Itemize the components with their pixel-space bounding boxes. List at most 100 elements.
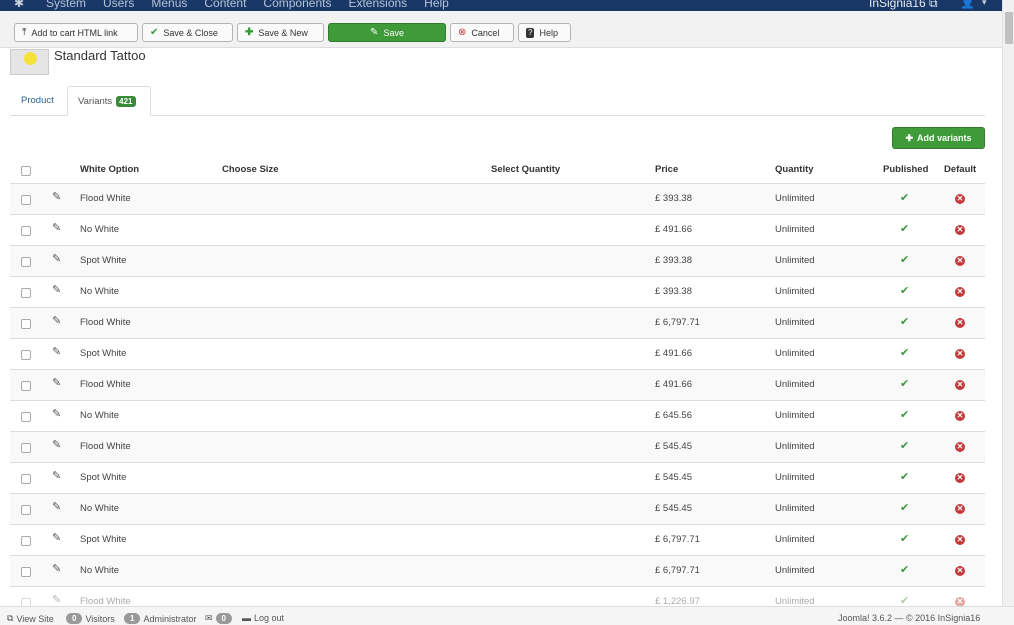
save-button[interactable]: ✎ Save bbox=[328, 23, 446, 42]
row-checkbox[interactable] bbox=[21, 567, 31, 577]
menu-users[interactable]: Users bbox=[103, 0, 134, 10]
default-x-icon[interactable]: ✕ bbox=[955, 287, 965, 297]
messages-indicator[interactable]: ✉ 0 bbox=[205, 613, 232, 624]
edit-pencil-icon[interactable]: ✎ bbox=[52, 283, 61, 296]
edit-pencil-icon[interactable]: ✎ bbox=[52, 531, 61, 544]
col-default[interactable]: Default bbox=[944, 164, 976, 175]
published-check-icon[interactable]: ✔ bbox=[900, 501, 909, 514]
add-variants-button[interactable]: ✚ Add variants bbox=[892, 127, 985, 149]
user-icon[interactable]: 👤 bbox=[960, 0, 975, 9]
scrollbar-thumb[interactable] bbox=[1005, 12, 1013, 44]
menu-system[interactable]: System bbox=[46, 0, 86, 10]
tab-product[interactable]: Product bbox=[21, 86, 54, 114]
save-new-label: Save & New bbox=[258, 27, 308, 38]
cancel-button[interactable]: ⊗ Cancel bbox=[450, 23, 514, 42]
table-row: ✎ Flood White £ 545.45 Unlimited ✔ ✕ bbox=[10, 432, 985, 463]
default-x-icon[interactable]: ✕ bbox=[955, 380, 965, 390]
row-checkbox[interactable] bbox=[21, 195, 31, 205]
edit-pencil-icon[interactable]: ✎ bbox=[52, 500, 61, 513]
messages-count-badge: 0 bbox=[215, 613, 232, 624]
default-x-icon[interactable]: ✕ bbox=[955, 442, 965, 452]
variants-count-badge: 421 bbox=[116, 95, 136, 107]
published-check-icon[interactable]: ✔ bbox=[900, 253, 909, 266]
edit-pencil-icon[interactable]: ✎ bbox=[52, 407, 61, 420]
row-checkbox[interactable] bbox=[21, 505, 31, 515]
edit-pencil-icon[interactable]: ✎ bbox=[52, 469, 61, 482]
site-name-link[interactable]: InSignia16 ⧉ bbox=[869, 0, 938, 10]
joomla-logo-icon[interactable]: ✱ bbox=[14, 0, 24, 10]
row-checkbox[interactable] bbox=[21, 319, 31, 329]
published-check-icon[interactable]: ✔ bbox=[900, 377, 909, 390]
col-price[interactable]: Price bbox=[655, 164, 678, 175]
default-x-icon[interactable]: ✕ bbox=[955, 256, 965, 266]
default-x-icon[interactable]: ✕ bbox=[955, 349, 965, 359]
published-check-icon[interactable]: ✔ bbox=[900, 284, 909, 297]
row-checkbox[interactable] bbox=[21, 381, 31, 391]
menu-content[interactable]: Content bbox=[204, 0, 246, 10]
default-x-icon[interactable]: ✕ bbox=[955, 473, 965, 483]
chevron-down-icon[interactable]: ▾ bbox=[982, 0, 987, 9]
published-check-icon[interactable]: ✔ bbox=[900, 346, 909, 359]
page-scrollbar[interactable] bbox=[1002, 0, 1014, 606]
upload-icon: ⤒ bbox=[22, 26, 27, 38]
published-check-icon[interactable]: ✔ bbox=[900, 563, 909, 576]
menu-extensions[interactable]: Extensions bbox=[348, 0, 407, 10]
row-checkbox[interactable] bbox=[21, 412, 31, 422]
row-checkbox[interactable] bbox=[21, 536, 31, 546]
col-choose-size[interactable]: Choose Size bbox=[222, 164, 279, 175]
help-button[interactable]: ? Help bbox=[518, 23, 571, 42]
cell-quantity: Unlimited bbox=[775, 317, 815, 328]
table-row: ✎ Spot White £ 393.38 Unlimited ✔ ✕ bbox=[10, 246, 985, 277]
save-close-button[interactable]: ✔ Save & Close bbox=[142, 23, 233, 42]
page-title: Standard Tattoo bbox=[54, 48, 146, 63]
published-check-icon[interactable]: ✔ bbox=[900, 222, 909, 235]
col-published[interactable]: Published bbox=[883, 164, 928, 175]
edit-pencil-icon[interactable]: ✎ bbox=[52, 562, 61, 575]
row-checkbox[interactable] bbox=[21, 226, 31, 236]
edit-pencil-icon[interactable]: ✎ bbox=[52, 314, 61, 327]
row-checkbox[interactable] bbox=[21, 288, 31, 298]
edit-pencil-icon[interactable]: ✎ bbox=[52, 438, 61, 451]
tab-variants[interactable]: Variants 421 bbox=[67, 86, 151, 116]
row-checkbox[interactable] bbox=[21, 443, 31, 453]
view-site-link[interactable]: ⧉ View Site bbox=[7, 613, 54, 624]
logout-link[interactable]: ▬ Log out bbox=[242, 613, 284, 623]
edit-pencil-icon[interactable]: ✎ bbox=[52, 190, 61, 203]
row-checkbox[interactable] bbox=[21, 257, 31, 267]
default-x-icon[interactable]: ✕ bbox=[955, 411, 965, 421]
cell-white-option: Flood White bbox=[80, 379, 131, 390]
edit-pencil-icon[interactable]: ✎ bbox=[52, 345, 61, 358]
published-check-icon[interactable]: ✔ bbox=[900, 532, 909, 545]
published-check-icon[interactable]: ✔ bbox=[900, 191, 909, 204]
row-checkbox[interactable] bbox=[21, 474, 31, 484]
published-check-icon[interactable]: ✔ bbox=[900, 470, 909, 483]
row-checkbox[interactable] bbox=[21, 350, 31, 360]
published-check-icon[interactable]: ✔ bbox=[900, 439, 909, 452]
col-quantity[interactable]: Quantity bbox=[775, 164, 814, 175]
published-check-icon[interactable]: ✔ bbox=[900, 315, 909, 328]
col-white-option[interactable]: White Option bbox=[80, 164, 139, 175]
menu-menus[interactable]: Menus bbox=[151, 0, 187, 10]
add-to-cart-link-button[interactable]: ⤒ Add to cart HTML link bbox=[14, 23, 138, 42]
select-all-checkbox[interactable] bbox=[21, 166, 31, 176]
admin-indicator[interactable]: 1 Administrator bbox=[124, 613, 196, 624]
default-x-icon[interactable]: ✕ bbox=[955, 194, 965, 204]
edit-pencil-icon[interactable]: ✎ bbox=[52, 221, 61, 234]
edit-pencil-icon[interactable]: ✎ bbox=[52, 593, 61, 606]
edit-pencil-icon[interactable]: ✎ bbox=[52, 252, 61, 265]
default-x-icon[interactable]: ✕ bbox=[955, 535, 965, 545]
default-x-icon[interactable]: ✕ bbox=[955, 318, 965, 328]
default-x-icon[interactable]: ✕ bbox=[955, 225, 965, 235]
col-select-quantity[interactable]: Select Quantity bbox=[491, 164, 560, 175]
menu-components[interactable]: Components bbox=[263, 0, 331, 10]
default-x-icon[interactable]: ✕ bbox=[955, 504, 965, 514]
table-row: ✎ Flood White £ 491.66 Unlimited ✔ ✕ bbox=[10, 370, 985, 401]
menu-help[interactable]: Help bbox=[424, 0, 449, 10]
published-check-icon[interactable]: ✔ bbox=[900, 408, 909, 421]
default-x-icon[interactable]: ✕ bbox=[955, 566, 965, 576]
external-link-icon: ⧉ bbox=[7, 613, 14, 623]
visitors-indicator[interactable]: 0 Visitors bbox=[66, 613, 115, 624]
visitors-label: Visitors bbox=[85, 613, 115, 624]
edit-pencil-icon[interactable]: ✎ bbox=[52, 376, 61, 389]
save-new-button[interactable]: ✚ Save & New bbox=[237, 23, 324, 42]
